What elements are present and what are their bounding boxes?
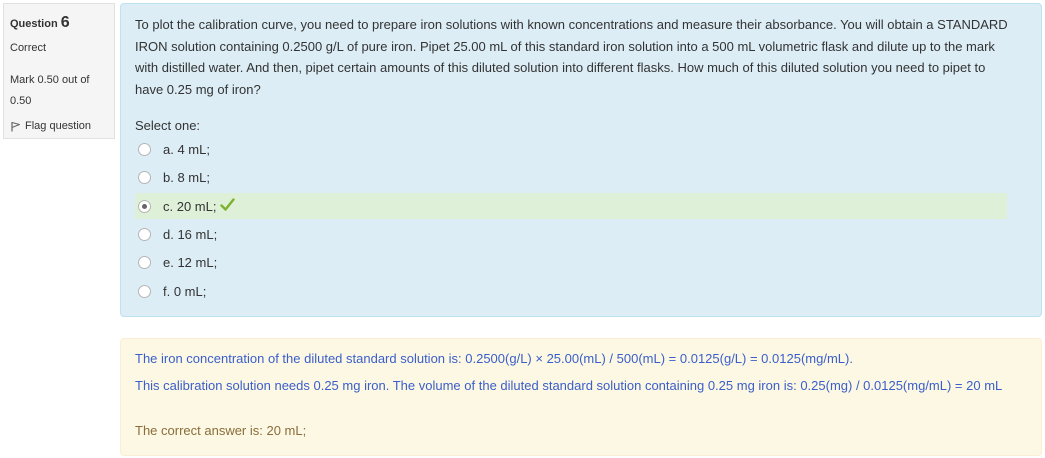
answer-label-a[interactable]: a. 4 mL; [163,142,210,157]
answer-label-b[interactable]: b. 8 mL; [163,170,210,185]
answer-option-e[interactable]: e. 12 mL; [135,249,1007,275]
flag-icon [10,121,21,132]
question-formulation: To plot the calibration curve, you need … [120,3,1042,317]
answer-radio-f[interactable] [138,284,151,298]
feedback-line-1: The iron concentration of the diluted st… [135,351,853,366]
question-grade: Mark 0.50 out of 0.50 [10,70,108,112]
answer-radio-d[interactable] [138,227,151,241]
feedback-line-2: This calibration solution needs 0.25 mg … [135,378,1003,393]
answer-radio-a[interactable] [138,142,151,156]
right-answer: The correct answer is: 20 mL; [135,423,307,438]
answer-radio-b[interactable] [138,170,151,184]
question-number: Question 6 [10,14,108,32]
flag-question-label: Flag question [25,120,92,132]
answer-option-b[interactable]: b. 8 mL; [135,164,1007,190]
question-text: To plot the calibration curve, you need … [135,17,1008,97]
question-state: Correct [10,42,47,54]
answer-label-d[interactable]: d. 16 mL; [163,227,217,242]
grade-max: 0.50 [10,95,32,107]
answer-label-c[interactable]: c. 20 mL; [163,199,216,214]
answer-radio-e[interactable] [138,255,151,269]
answer-option-a[interactable]: a. 4 mL; [135,136,1007,162]
answer-label-f[interactable]: f. 0 mL; [163,284,206,299]
grade-line: Mark 0.50 out of [10,74,90,86]
question-info-panel: Question 6 Correct Mark 0.50 out of 0.50… [3,3,115,139]
question-label: Question [10,18,58,30]
answer-option-f[interactable]: f. 0 mL; [135,278,1007,304]
question-number-value: 6 [60,14,70,31]
correct-check-icon [220,197,236,215]
select-one-prompt: Select one: [135,118,201,133]
answer-label-e[interactable]: e. 12 mL; [163,255,217,270]
flag-question-link[interactable]: Flag question [10,120,108,132]
answer-option-d[interactable]: d. 16 mL; [135,221,1007,247]
feedback-panel: The iron concentration of the diluted st… [120,338,1042,456]
answer-radio-c[interactable] [138,199,151,213]
answer-option-c[interactable]: c. 20 mL; [135,193,1007,219]
